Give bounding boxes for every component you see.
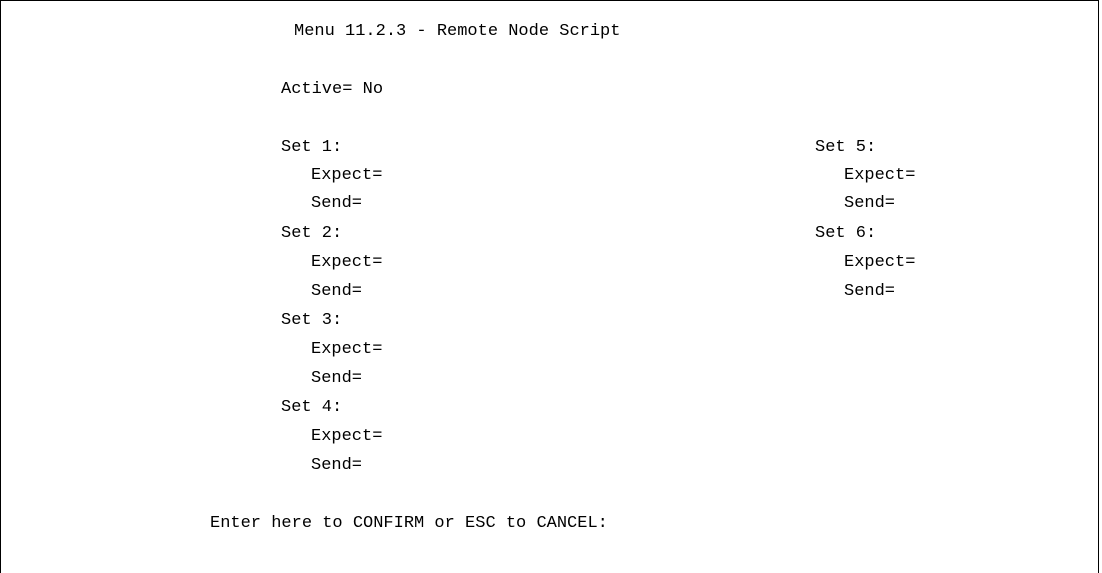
set-4-label: Set 4: [281,398,343,417]
set-5-label: Set 5: [815,138,877,157]
terminal-screen: Menu 11.2.3 - Remote Node Script Active=… [0,0,1099,573]
set-6-send-row: Send= [844,281,895,303]
set-2-label: Set 2: [281,224,343,243]
set-1-expect-label: Expect= [311,166,383,185]
set-2-send-row: Send= [311,281,362,303]
set-6-send-label: Send= [844,282,896,301]
set-5-expect-row: Expect= [844,165,915,187]
set-3-expect-row: Expect= [311,339,382,361]
set-1-label: Set 1: [281,138,343,157]
set-3-send-row: Send= [311,368,362,390]
set-6-label: Set 6: [815,224,877,243]
set-4-send-label: Send= [311,456,363,475]
set-3-expect-label: Expect= [311,340,383,359]
set-1-send-row: Send= [311,193,362,215]
set-1-send-label: Send= [311,194,363,213]
menu-title: Menu 11.2.3 - Remote Node Script [294,22,621,41]
set-5-send-label: Send= [844,194,896,213]
set-6-expect-row: Expect= [844,252,915,274]
set-3-label: Set 3: [281,311,343,330]
set-6-expect-label: Expect= [844,253,916,272]
set-5-send-row: Send= [844,193,895,215]
set-4-send-row: Send= [311,455,362,477]
active-field[interactable]: No [363,80,383,99]
set-2-send-label: Send= [311,282,363,301]
set-4-expect-row: Expect= [311,426,382,448]
set-5-expect-label: Expect= [844,166,916,185]
set-3-send-label: Send= [311,369,363,388]
set-2-expect-row: Expect= [311,252,382,274]
set-4-expect-label: Expect= [311,427,383,446]
active-label: Active= [281,80,353,99]
set-1-expect-row: Expect= [311,165,382,187]
set-2-expect-label: Expect= [311,253,383,272]
active-row: Active= No [281,79,383,101]
confirm-prompt[interactable]: Enter here to CONFIRM or ESC to CANCEL: [210,513,608,535]
